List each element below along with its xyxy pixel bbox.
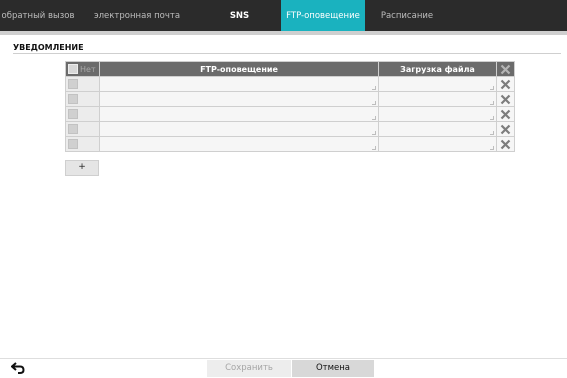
row-delete-cell[interactable]	[496, 106, 515, 122]
section-divider	[13, 53, 561, 54]
tab-callback[interactable]: обратный вызов	[0, 0, 76, 31]
table-row	[65, 121, 515, 137]
footer-divider	[0, 358, 567, 359]
select-all-checkbox[interactable]	[68, 64, 78, 74]
cancel-button[interactable]: Отмена	[292, 360, 374, 377]
delete-all-icon[interactable]	[497, 62, 514, 76]
delete-icon[interactable]	[497, 137, 514, 151]
delete-icon[interactable]	[497, 92, 514, 106]
tab-sns[interactable]: SNS	[198, 0, 281, 31]
row-select-cell[interactable]	[65, 76, 100, 92]
row-delete-cell[interactable]	[496, 76, 515, 92]
file-upload-select[interactable]	[378, 136, 497, 152]
table-row	[65, 91, 515, 107]
ftp-alert-select[interactable]	[99, 76, 379, 92]
row-checkbox[interactable]	[68, 109, 78, 119]
delete-icon[interactable]	[497, 77, 514, 91]
tab-bar: обратный вызов электронная почта SNS FTP…	[0, 0, 567, 35]
back-button[interactable]	[10, 361, 26, 375]
add-row-button[interactable]: +	[65, 160, 99, 176]
header-ftp-alert: FTP-оповещение	[99, 61, 379, 77]
header-none-label: Нет	[80, 64, 96, 74]
file-upload-select[interactable]	[378, 76, 497, 92]
section-title: УВЕДОМЛЕНИЕ	[13, 43, 84, 52]
row-delete-cell[interactable]	[496, 121, 515, 137]
tab-schedule[interactable]: Расписание	[365, 0, 449, 31]
table-row	[65, 106, 515, 122]
header-select-all[interactable]: Нет	[65, 61, 100, 77]
file-upload-select[interactable]	[378, 106, 497, 122]
ftp-alert-table: Нет FTP-оповещение Загрузка файла	[65, 61, 515, 152]
table-row	[65, 76, 515, 92]
save-button[interactable]: Сохранить	[207, 360, 291, 377]
delete-icon[interactable]	[497, 107, 514, 121]
row-delete-cell[interactable]	[496, 136, 515, 152]
row-select-cell[interactable]	[65, 91, 100, 107]
row-delete-cell[interactable]	[496, 91, 515, 107]
row-checkbox[interactable]	[68, 124, 78, 134]
tab-ftp-alert[interactable]: FTP-оповещение	[281, 0, 365, 31]
row-checkbox[interactable]	[68, 139, 78, 149]
header-file-upload: Загрузка файла	[378, 61, 497, 77]
ftp-alert-select[interactable]	[99, 136, 379, 152]
ftp-alert-select[interactable]	[99, 91, 379, 107]
table-header-row: Нет FTP-оповещение Загрузка файла	[65, 61, 515, 77]
ftp-alert-select[interactable]	[99, 121, 379, 137]
tab-email[interactable]: электронная почта	[76, 0, 198, 31]
file-upload-select[interactable]	[378, 121, 497, 137]
row-select-cell[interactable]	[65, 106, 100, 122]
header-delete-all[interactable]	[496, 61, 515, 77]
file-upload-select[interactable]	[378, 91, 497, 107]
row-select-cell[interactable]	[65, 121, 100, 137]
row-select-cell[interactable]	[65, 136, 100, 152]
row-checkbox[interactable]	[68, 94, 78, 104]
back-arrow-icon	[10, 359, 25, 378]
table-row	[65, 136, 515, 152]
row-checkbox[interactable]	[68, 79, 78, 89]
delete-icon[interactable]	[497, 122, 514, 136]
ftp-alert-select[interactable]	[99, 106, 379, 122]
